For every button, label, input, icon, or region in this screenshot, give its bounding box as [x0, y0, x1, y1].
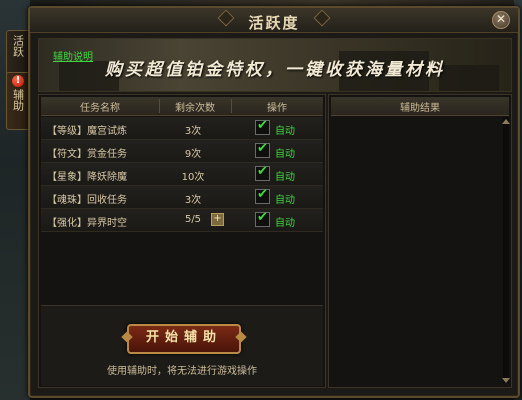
results-title: 辅助结果: [400, 103, 440, 114]
auto-label: 自动: [275, 218, 295, 229]
auto-label: 自动: [275, 149, 295, 160]
start-assist-button[interactable]: 开始辅助: [127, 324, 241, 354]
tab-activity[interactable]: 活跃: [6, 30, 30, 76]
add-attempts-button[interactable]: +: [211, 213, 224, 226]
scroll-up-icon[interactable]: [502, 119, 510, 124]
close-button[interactable]: ✕: [492, 11, 510, 29]
banner-text: 购买超值铂金特权，一键收获海量材料: [105, 60, 445, 80]
auto-label: 自动: [275, 195, 295, 206]
task-panel: 任务名称 剩余次数 操作 【等级】魔宫试炼 3次 自动 【符文】赏金任务 9次 …: [38, 94, 326, 388]
task-remaining: 5/5: [184, 214, 202, 225]
task-remaining: 3次: [184, 195, 202, 206]
window-title: 活跃度: [248, 14, 300, 32]
task-name: 【符文】赏金任务: [47, 149, 127, 160]
task-remaining: 3次: [184, 126, 202, 137]
task-name: 【星象】降妖除魔: [47, 172, 127, 183]
task-table-header: 任务名称 剩余次数 操作: [41, 97, 323, 116]
results-header: 辅助结果: [331, 97, 509, 116]
auto-label: 自动: [275, 126, 295, 137]
tab-assist-label: 辅助: [11, 89, 25, 111]
promo-banner[interactable]: 辅助说明 购买超值铂金特权，一键收获海量材料: [38, 38, 512, 92]
close-icon: ✕: [495, 12, 507, 26]
task-remaining: 10次: [181, 172, 205, 183]
auto-checkbox[interactable]: [255, 210, 270, 227]
task-name: 【强化】异界时空: [47, 218, 127, 229]
header-action: 操作: [267, 103, 287, 114]
header-remaining: 剩余次数: [175, 103, 215, 114]
auto-label: 自动: [275, 172, 295, 183]
task-row: 【强化】异界时空 5/5 + 自动: [41, 209, 323, 232]
results-panel: 辅助结果: [328, 94, 512, 388]
task-remaining: 9次: [184, 149, 202, 160]
auto-checkbox[interactable]: [255, 118, 270, 135]
task-name: 【魂珠】回收任务: [47, 195, 127, 206]
auto-checkbox[interactable]: [255, 187, 270, 204]
tab-assist[interactable]: ! 辅助: [6, 72, 30, 130]
task-row: 【魂珠】回收任务 3次 自动: [41, 186, 323, 209]
task-row: 【等级】魔宫试炼 3次 自动: [41, 117, 323, 140]
header-task-name: 任务名称: [80, 103, 120, 114]
alert-icon: !: [12, 75, 24, 87]
assist-notice: 使用辅助时，将无法进行游戏操作: [107, 366, 257, 377]
task-name: 【等级】魔宫试炼: [47, 126, 127, 137]
title-bar[interactable]: 活跃度 ✕: [30, 8, 518, 33]
activity-window: 活跃度 ✕ 辅助说明 购买超值铂金特权，一键收获海量材料 任务名称 剩余次数 操…: [28, 6, 520, 398]
action-area: 开始辅助 使用辅助时，将无法进行游戏操作: [41, 305, 323, 386]
tab-activity-label: 活跃: [11, 35, 25, 57]
task-row: 【星象】降妖除魔 10次 自动: [41, 163, 323, 186]
auto-checkbox[interactable]: [255, 141, 270, 158]
results-scrollbar[interactable]: [503, 117, 509, 383]
auto-checkbox[interactable]: [255, 164, 270, 181]
scroll-down-icon[interactable]: [502, 378, 510, 383]
task-row: 【符文】赏金任务 9次 自动: [41, 140, 323, 163]
